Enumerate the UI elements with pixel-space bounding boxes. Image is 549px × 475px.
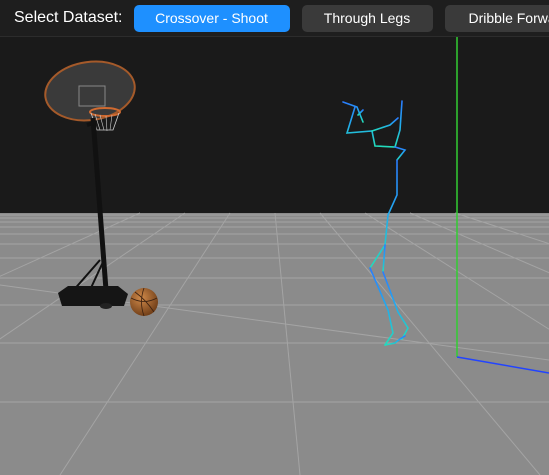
dataset-toolbar: Select Dataset: Crossover - Shoot Throug… bbox=[0, 0, 549, 37]
dataset-button-dribble-forward[interactable]: Dribble Forward bbox=[444, 4, 549, 32]
select-dataset-label: Select Dataset: bbox=[14, 9, 123, 26]
ground-plane bbox=[0, 213, 549, 475]
dataset-button-through-legs[interactable]: Through Legs bbox=[301, 4, 433, 32]
basketball bbox=[130, 287, 158, 317]
dataset-button-crossover-shoot[interactable]: Crossover - Shoot bbox=[133, 4, 290, 32]
3d-viewport[interactable] bbox=[0, 37, 549, 475]
